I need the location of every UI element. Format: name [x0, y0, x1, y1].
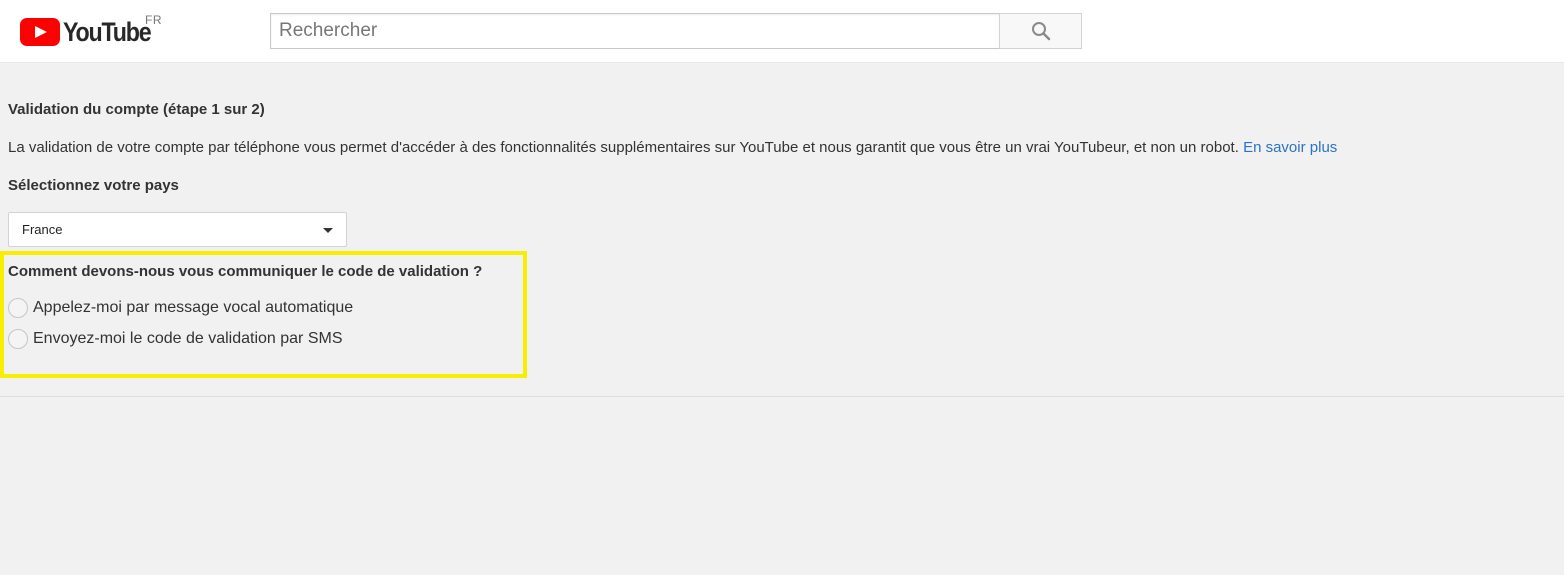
search-button[interactable] [999, 13, 1082, 49]
verification-panel: Validation du compte (étape 1 sur 2) La … [0, 63, 1564, 397]
radio-option-sms[interactable]: Envoyez-moi le code de validation par SM… [8, 329, 343, 349]
search-icon [1031, 22, 1050, 41]
radio-option-voice[interactable]: Appelez-moi par message vocal automatiqu… [8, 298, 353, 318]
page-title: Validation du compte (étape 1 sur 2) [8, 101, 265, 118]
youtube-play-icon [20, 18, 60, 46]
learn-more-link[interactable]: En savoir plus [1243, 139, 1337, 156]
chevron-down-icon [323, 228, 333, 233]
radio-label: Appelez-moi par message vocal automatiqu… [33, 299, 354, 316]
description-text: La validation de votre compte par téléph… [8, 139, 1239, 156]
country-label: Sélectionnez votre pays [8, 177, 179, 194]
method-question: Comment devons-nous vous communiquer le … [8, 263, 483, 280]
search-input[interactable] [270, 13, 1000, 49]
logo-wordmark: YouTube [63, 17, 152, 47]
country-select-value: France [22, 222, 63, 237]
radio-button[interactable] [8, 329, 28, 349]
logo-country-code: FR [145, 13, 162, 27]
youtube-logo[interactable]: YouTube FR [20, 13, 165, 47]
top-header: YouTube FR [0, 0, 1564, 63]
radio-button[interactable] [8, 298, 28, 318]
verification-description: La validation de votre compte par téléph… [8, 139, 1337, 156]
radio-label: Envoyez-moi le code de validation par SM… [33, 330, 343, 347]
country-select[interactable]: France [8, 212, 347, 247]
